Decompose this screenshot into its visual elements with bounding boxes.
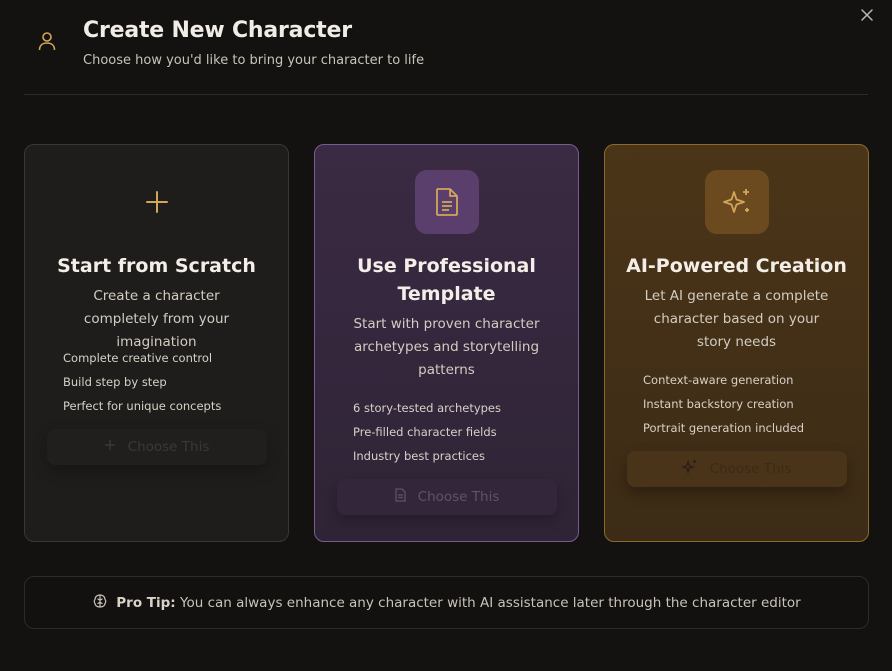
feature-item: Portrait generation included: [643, 421, 805, 435]
sparkles-icon: [704, 170, 769, 234]
dialog-header: Create New Character Choose how you'd li…: [24, 18, 868, 95]
dialog-title: Create New Character: [83, 18, 352, 43]
card-description: Start with proven character archetypes a…: [353, 316, 540, 378]
card-title: AI-Powered Creation: [626, 255, 847, 277]
feature-item: Context-aware generation: [643, 373, 794, 387]
feature-list: Context-aware generation Instant backsto…: [643, 368, 848, 440]
card-title: Start from Scratch: [57, 255, 256, 277]
feature-item: Complete creative control: [63, 351, 213, 365]
option-card-template[interactable]: Use Professional Template Start with pro…: [314, 144, 579, 542]
option-card-ai[interactable]: AI-Powered Creation Let AI generate a co…: [604, 144, 869, 542]
document-icon: [394, 488, 406, 506]
option-card-scratch[interactable]: Start from Scratch Create a character co…: [24, 144, 289, 542]
card-title: Use Professional Template: [357, 255, 536, 305]
button-label: Choose This: [127, 439, 210, 455]
user-icon: [36, 30, 58, 52]
button-label: Choose This: [709, 461, 792, 477]
plus-icon: [104, 439, 116, 455]
card-description: Let AI generate a complete character bas…: [644, 288, 829, 350]
button-label: Choose This: [417, 489, 500, 505]
feature-item: 6 story-tested archetypes: [353, 401, 501, 415]
pro-tip-label: Pro Tip:: [116, 594, 176, 611]
feature-item: Pre-filled character fields: [353, 425, 497, 439]
feature-item: Build step by step: [63, 375, 167, 389]
feature-item: Instant backstory creation: [643, 397, 794, 411]
pro-tip-banner: Pro Tip: You can always enhance any char…: [24, 576, 869, 629]
feature-item: Perfect for unique concepts: [63, 399, 222, 413]
feature-list: Complete creative control Build step by …: [63, 346, 268, 418]
plus-icon: [125, 170, 189, 234]
create-character-dialog: Create New Character Choose how you'd li…: [0, 0, 892, 671]
dialog-subtitle: Choose how you'd like to bring your char…: [83, 53, 425, 68]
card-description: Create a character completely from your …: [83, 288, 230, 350]
brain-icon: [92, 593, 108, 613]
choose-template-button[interactable]: Choose This: [336, 479, 557, 515]
feature-item: Industry best practices: [353, 449, 485, 463]
choose-ai-button[interactable]: Choose This: [626, 451, 847, 487]
document-icon: [414, 170, 479, 234]
choose-scratch-button[interactable]: Choose This: [46, 429, 267, 465]
feature-list: 6 story-tested archetypes Pre-filled cha…: [353, 396, 558, 468]
pro-tip-text: You can always enhance any character wit…: [180, 594, 801, 611]
sparkles-icon: [680, 459, 698, 479]
